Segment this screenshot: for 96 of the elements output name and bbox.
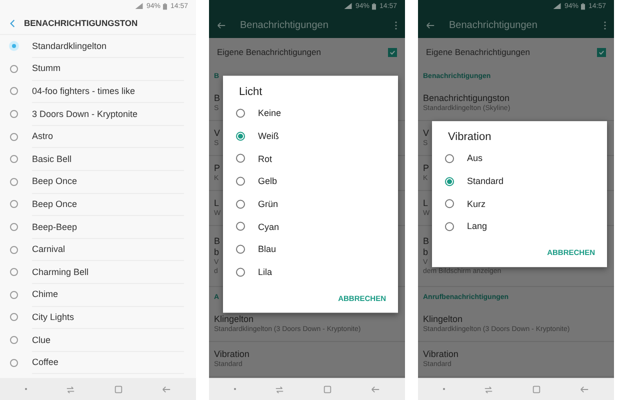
radio-button[interactable] xyxy=(445,154,454,163)
back-icon[interactable] xyxy=(10,18,15,28)
app-bar-title: Benachrichtigungen xyxy=(449,20,538,30)
setting-title[interactable]: B xyxy=(214,93,220,104)
ringtone-option[interactable]: Clue xyxy=(32,328,184,352)
setting-title[interactable]: L xyxy=(423,198,428,209)
setting-title[interactable]: B xyxy=(423,236,430,247)
checkbox[interactable] xyxy=(597,48,606,56)
home-icon[interactable] xyxy=(322,384,332,394)
setting-title[interactable]: B xyxy=(214,236,220,247)
radio-button[interactable] xyxy=(236,199,245,208)
signal-icon xyxy=(135,3,144,9)
dialog-option[interactable]: Rot xyxy=(258,153,272,164)
dialog-title: Licht xyxy=(238,84,262,100)
ringtone-option[interactable]: Coffee xyxy=(32,350,184,374)
radio-button[interactable] xyxy=(236,267,245,276)
radio-button[interactable] xyxy=(10,132,18,141)
back-arrow-icon[interactable] xyxy=(370,384,380,394)
radio-button[interactable] xyxy=(445,176,454,186)
ringtone-option[interactable]: City Lights xyxy=(32,306,184,330)
radio-button[interactable] xyxy=(236,222,245,232)
setting-title[interactable]: Klingelton xyxy=(214,314,254,325)
dialog-option[interactable]: Cyan xyxy=(258,222,280,232)
setting-title[interactable]: Vibration xyxy=(214,349,250,360)
dialog-option[interactable]: Aus xyxy=(467,153,483,164)
dialog-title: Vibration xyxy=(447,130,492,146)
radio-button[interactable] xyxy=(236,108,245,118)
radio-button[interactable] xyxy=(10,178,18,186)
radio-button[interactable] xyxy=(445,222,454,232)
dialog-option[interactable]: Lang xyxy=(467,222,488,232)
setting-title[interactable]: P xyxy=(423,163,430,174)
setting-title[interactable]: P xyxy=(214,163,220,174)
battery-icon xyxy=(581,2,586,10)
radio-button[interactable] xyxy=(10,110,18,118)
radio-button[interactable] xyxy=(10,223,18,232)
setting-label: Eigene Benachrichtigungen xyxy=(426,47,530,57)
setting-title[interactable]: b xyxy=(214,247,220,258)
ringtone-option[interactable]: Carnival xyxy=(32,238,184,262)
home-icon[interactable] xyxy=(532,384,541,394)
ringtone-option[interactable]: Standardklingelton xyxy=(32,34,184,58)
radio-button[interactable] xyxy=(10,64,18,73)
screen-title: BENACHRICHTIGUNGSTON xyxy=(24,18,138,28)
setting-title[interactable]: V xyxy=(423,128,430,139)
radio-button[interactable] xyxy=(236,176,245,186)
checkbox[interactable] xyxy=(388,48,397,56)
dialog-option[interactable]: Lila xyxy=(258,266,272,277)
signal-icon xyxy=(553,3,562,9)
setting-title[interactable]: L xyxy=(214,198,220,209)
setting-title[interactable]: V xyxy=(214,128,220,139)
ringtone-option[interactable]: Basic Bell xyxy=(32,147,184,172)
app-bar-title: Benachrichtigungen xyxy=(240,20,330,30)
battery-icon xyxy=(372,2,376,10)
radio-button[interactable] xyxy=(10,87,18,96)
radio-button[interactable] xyxy=(10,268,18,276)
radio-button[interactable] xyxy=(445,199,454,208)
radio-button[interactable] xyxy=(236,154,245,163)
setting-label: Eigene Benachrichtigungen xyxy=(217,47,321,57)
signal-icon xyxy=(344,3,352,9)
ringtone-option[interactable]: Chime xyxy=(32,283,184,307)
setting-title[interactable]: b xyxy=(423,247,428,258)
ringtone-option[interactable]: Beep-Beep xyxy=(32,215,184,239)
radio-button[interactable] xyxy=(10,200,18,208)
dialog-option[interactable]: Keine xyxy=(258,108,282,118)
radio-button[interactable] xyxy=(10,246,18,254)
battery-icon xyxy=(163,2,168,10)
setting-title[interactable]: Vibration xyxy=(423,349,458,360)
radio-button[interactable] xyxy=(10,358,18,367)
ringtone-option[interactable]: Stumm xyxy=(32,57,184,81)
radio-button[interactable] xyxy=(10,290,18,299)
setting-title[interactable]: Klingelton xyxy=(423,314,463,325)
dialog-option[interactable]: Blau xyxy=(258,244,276,254)
radio-button[interactable] xyxy=(10,155,18,164)
dialog-option[interactable]: Standard xyxy=(467,176,504,186)
setting-title[interactable]: Benachrichtigungston xyxy=(423,93,510,104)
radio-button[interactable] xyxy=(10,313,18,322)
ringtone-option[interactable]: 3 Doors Down - Kryptonite xyxy=(32,102,184,126)
dialog-option[interactable]: Kurz xyxy=(467,198,486,209)
back-arrow-icon[interactable] xyxy=(217,20,226,30)
radio-button[interactable] xyxy=(10,336,18,344)
ringtone-option[interactable]: Astro xyxy=(32,124,184,148)
ringtone-option[interactable]: Beep Once xyxy=(32,170,184,194)
recent-apps-icon[interactable] xyxy=(484,384,494,394)
ringtone-option[interactable]: Beep Once xyxy=(32,192,184,216)
recent-apps-icon[interactable] xyxy=(66,384,76,394)
dialog-option[interactable]: Weiß xyxy=(258,130,279,141)
recent-apps-icon[interactable] xyxy=(275,384,284,394)
ringtone-option[interactable]: 04-foo fighters - times like xyxy=(32,80,184,104)
dialog-option[interactable]: Grün xyxy=(258,198,278,209)
dialog-option[interactable]: Gelb xyxy=(258,176,278,186)
ringtone-option[interactable]: Charming Bell xyxy=(32,260,184,284)
home-icon[interactable] xyxy=(114,384,123,394)
back-arrow-icon[interactable] xyxy=(162,384,171,394)
back-arrow-icon[interactable] xyxy=(580,384,589,394)
radio-button[interactable] xyxy=(236,131,245,140)
back-arrow-icon[interactable] xyxy=(426,20,435,30)
radio-button[interactable] xyxy=(236,244,245,254)
